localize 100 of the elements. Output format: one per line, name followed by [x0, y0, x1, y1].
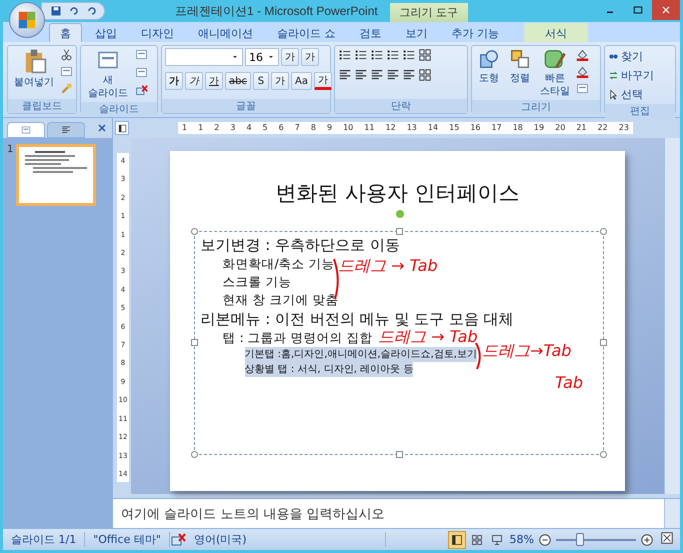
rotate-handle[interactable] [396, 210, 404, 218]
bullet-text: 상황별 탭 : 서식, 디자인, 레이아웃 등 [244, 362, 414, 377]
zoom-slider-thumb[interactable] [576, 532, 584, 546]
list-icon[interactable] [338, 48, 352, 62]
list-icon[interactable] [370, 48, 384, 62]
delete-slide-icon[interactable] [135, 84, 148, 97]
resize-handle[interactable] [600, 451, 606, 458]
resize-handle[interactable] [600, 228, 606, 235]
format-button[interactable]: abc [225, 72, 251, 90]
ruler-number: 7 [294, 122, 300, 134]
ruler-number: 3 [230, 122, 236, 134]
ribbon-tab[interactable]: 서식 [524, 23, 588, 42]
format-button[interactable]: 가 [165, 72, 183, 90]
format-button[interactable]: 가 [185, 72, 203, 90]
ribbon-tab[interactable]: 추가 기능 [440, 23, 510, 42]
undo-icon[interactable] [68, 5, 80, 17]
vertical-scrollbar[interactable] [664, 138, 680, 494]
maximize-icon[interactable] [632, 4, 644, 16]
editing-button[interactable]: 찾기 [608, 48, 654, 64]
replace-icon[interactable] [608, 70, 619, 80]
projector-icon[interactable] [490, 534, 503, 546]
align-icon[interactable] [370, 68, 384, 82]
format-button[interactable]: S [252, 72, 269, 90]
shrink-font-button[interactable]: 가 [301, 48, 319, 66]
cursor-icon[interactable] [608, 88, 619, 100]
shapes-icon[interactable] [478, 48, 500, 70]
slides-tab[interactable] [7, 122, 45, 138]
resize-handle[interactable] [190, 451, 198, 458]
font-size-field[interactable]: 16 [245, 48, 279, 66]
fit-window-icon[interactable] [660, 531, 674, 545]
drawing-button[interactable]: 정렬 [506, 48, 534, 85]
ribbon-tab[interactable]: 보기 [394, 23, 438, 42]
ribbon-tab[interactable]: 검토 [348, 23, 392, 42]
ribbon-tab[interactable]: 애니메이션 [187, 23, 264, 42]
quick-style-icon[interactable] [544, 48, 566, 70]
resize-handle[interactable] [190, 339, 198, 346]
format-button[interactable]: 가 [270, 72, 289, 90]
resize-handle[interactable] [600, 339, 606, 346]
caret-icon[interactable] [267, 53, 275, 61]
ruler-number: 12 [386, 122, 396, 134]
outline-tab[interactable] [47, 122, 85, 138]
slide-number: 1 [7, 144, 14, 157]
ruler-number: 8 [310, 122, 316, 134]
fill-icon[interactable] [576, 48, 589, 61]
ribbon-tab[interactable]: 삽입 [84, 23, 128, 42]
ribbon-tab[interactable]: 디자인 [130, 23, 185, 42]
close-icon[interactable] [96, 122, 108, 134]
list-icon[interactable] [354, 48, 368, 62]
zoom-out-icon[interactable] [538, 532, 552, 546]
ribbon-tab[interactable]: 홈 [49, 23, 82, 42]
editing-button[interactable]: 바꾸기 [608, 67, 654, 83]
align-icon[interactable] [354, 68, 368, 82]
list-icon[interactable] [402, 48, 416, 62]
ruler-number: 22 [598, 122, 608, 134]
ribbon-tab[interactable]: 슬라이드 쇼 [266, 23, 346, 42]
zoom-in-icon[interactable] [640, 532, 654, 546]
paste-button[interactable]: 붙여넣기 [11, 48, 57, 89]
caret-icon[interactable] [231, 53, 239, 61]
ruler-number: 14 [428, 122, 438, 134]
tab-stop-selector[interactable] [115, 121, 129, 135]
group-label: 클립보드 [8, 99, 76, 113]
close-button[interactable] [652, 0, 680, 20]
format-button[interactable]: 가 [205, 72, 223, 90]
drawing-button[interactable]: 빠른 스타일 [537, 48, 573, 98]
bullet-text: 리본메뉴 : 이전 버전의 메뉴 및 도구 모음 대체 [200, 309, 514, 329]
window-title: 프레젠테이션1 - Microsoft PowerPoint [175, 2, 378, 20]
save-icon[interactable] [50, 5, 62, 17]
group-label: 슬라이드 [81, 102, 157, 116]
resize-handle[interactable] [190, 228, 198, 235]
cut-icon[interactable] [60, 48, 73, 61]
spellcheck-icon[interactable] [170, 532, 186, 548]
contextual-tab-header: 그리기 도구 [390, 3, 468, 22]
new-slide-button[interactable]: 새 슬라이드 [84, 48, 132, 100]
grow-font-button[interactable]: 가 [281, 48, 299, 66]
redo-icon[interactable] [86, 5, 98, 17]
editing-button[interactable]: 선택 [608, 86, 654, 102]
view-button[interactable] [448, 530, 466, 548]
list-icon[interactable] [386, 48, 400, 62]
drawing-button[interactable]: 도형 [475, 48, 503, 85]
columns-icon[interactable] [418, 48, 432, 62]
notes-scrollbar[interactable] [664, 499, 680, 528]
slide-thumbnail[interactable] [16, 144, 96, 206]
grid-icon[interactable] [470, 534, 483, 546]
arrange-icon[interactable] [509, 48, 531, 70]
close-icon[interactable] [660, 4, 672, 16]
slide-counter: 슬라이드 1/1 [3, 532, 86, 547]
office-logo-icon[interactable] [16, 9, 38, 31]
font-color-button[interactable]: 가 [314, 72, 332, 90]
layout-icon[interactable] [135, 48, 148, 61]
slide-icon[interactable] [21, 125, 31, 135]
font-name-field[interactable] [165, 48, 243, 66]
resize-handle[interactable] [396, 228, 402, 235]
align-icon[interactable] [402, 68, 416, 82]
columns-icon[interactable] [418, 68, 432, 82]
normal-view-icon[interactable] [450, 534, 463, 546]
align-icon[interactable] [338, 68, 352, 82]
align-icon[interactable] [386, 68, 400, 82]
format-button[interactable]: Aa [290, 72, 312, 90]
tab-stop-icon[interactable] [118, 124, 126, 132]
resize-handle[interactable] [396, 451, 402, 458]
